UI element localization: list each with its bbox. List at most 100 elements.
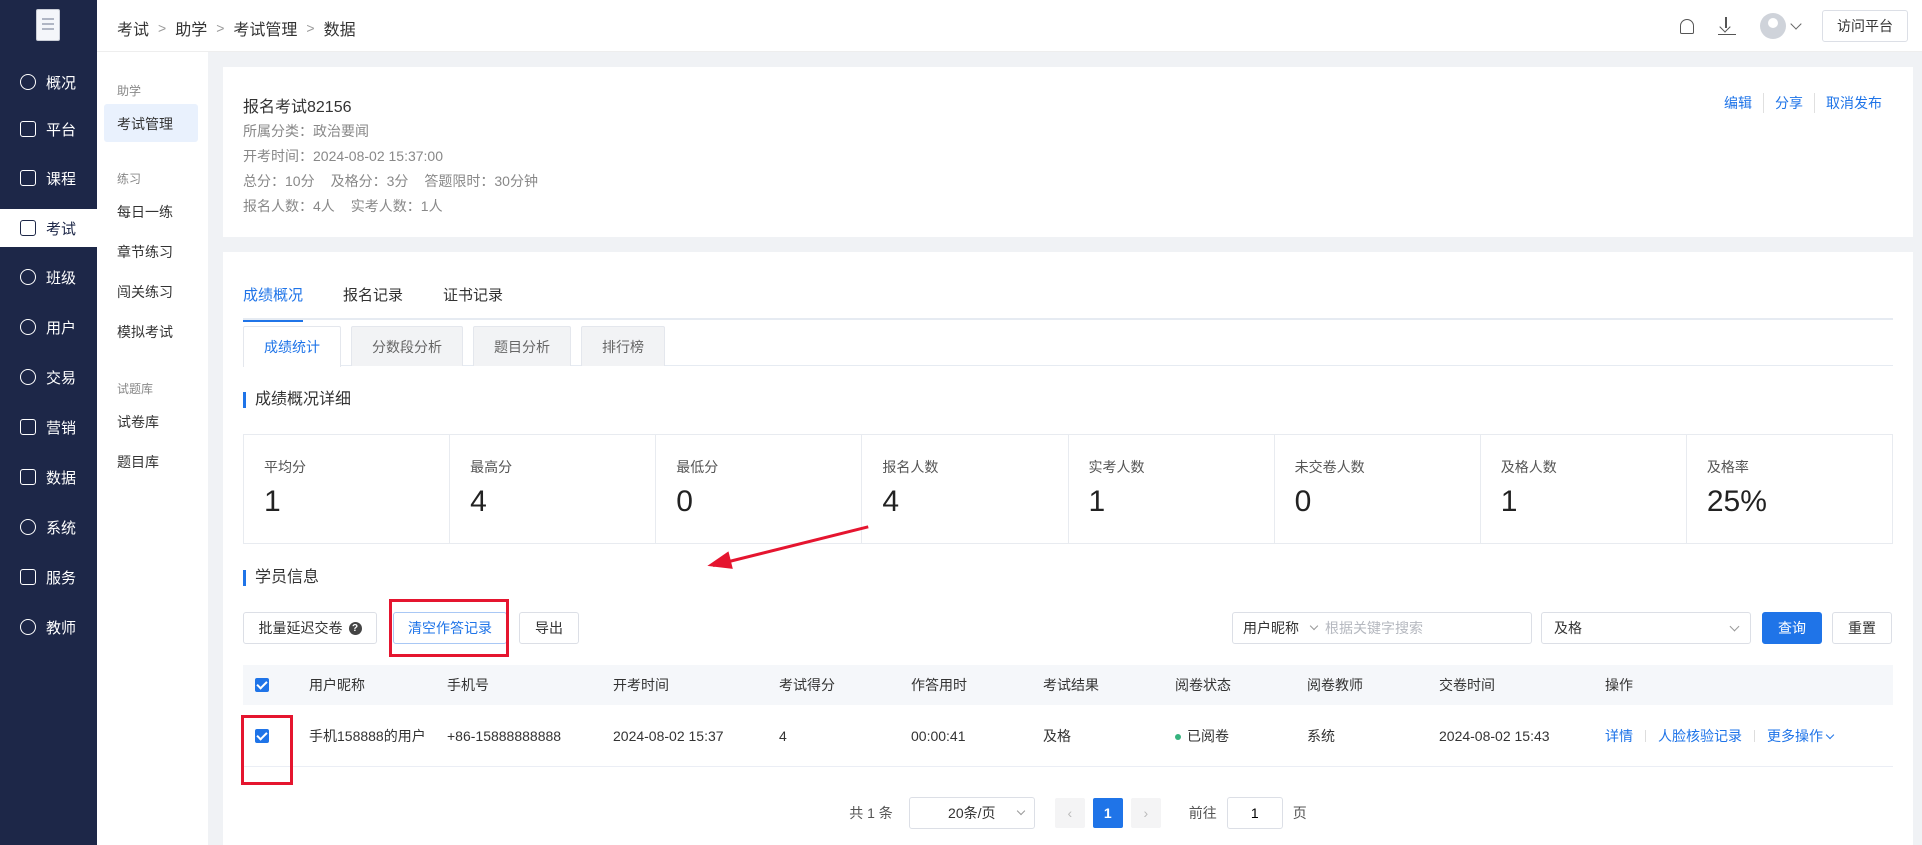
cell-score: 4 — [779, 727, 787, 744]
stat-passed: 及格人数 1 — [1481, 435, 1687, 543]
nav-item-label: 班级 — [46, 269, 77, 287]
breadcrumb-item[interactable]: 助学 — [175, 16, 207, 40]
exam-icon — [20, 220, 36, 236]
submenu-item-daily[interactable]: 每日一练 — [117, 202, 173, 222]
nav-item-teacher[interactable]: 教师 — [0, 608, 97, 646]
submenu-item-question-library[interactable]: 题目库 — [117, 452, 159, 472]
highlight-box-checkbox — [241, 715, 293, 785]
visit-platform-button[interactable]: 访问平台 — [1822, 10, 1908, 42]
status-dot-icon — [1175, 733, 1181, 740]
bell-icon[interactable] — [1680, 18, 1694, 34]
tab-certificate-records[interactable]: 证书记录 — [443, 282, 503, 320]
search-field-value: 用户昵称 — [1243, 620, 1299, 636]
tab-score-overview[interactable]: 成绩概况 — [243, 282, 304, 322]
chevron-down-icon[interactable] — [1790, 18, 1802, 30]
nav-item-label: 课程 — [46, 170, 77, 188]
nav-item-platform[interactable]: 平台 — [0, 110, 97, 148]
nav-item-service[interactable]: 服务 — [0, 558, 97, 596]
avatar[interactable] — [1760, 13, 1786, 39]
nav-item-exam[interactable]: 考试 — [0, 209, 97, 247]
header-cell: 考试得分 — [779, 677, 835, 693]
tab-score-stats[interactable]: 成绩统计 — [243, 326, 341, 367]
page-size-select[interactable]: 20条/页 — [908, 797, 1035, 829]
nav-item-overview[interactable]: 概况 — [0, 63, 97, 101]
exam-info-card: 报名考试82156 所属分类：政治要闻 开考时间：2024-08-02 15:3… — [223, 67, 1913, 237]
stat-value: 0 — [676, 485, 693, 518]
nav-item-trade[interactable]: 交易 — [0, 358, 97, 396]
table-row: 手机158888的用户 +86-15888888888 2024-08-02 1… — [243, 705, 1893, 767]
more-actions-label: 更多操作 — [1767, 727, 1823, 744]
header-cell: 阅卷教师 — [1307, 677, 1363, 693]
breadcrumb-item[interactable]: 考试管理 — [233, 16, 297, 40]
submenu-item-paper-library[interactable]: 试卷库 — [117, 412, 159, 432]
nav-item-class[interactable]: 班级 — [0, 258, 97, 296]
header-cell: 交卷时间 — [1439, 677, 1495, 693]
edit-link[interactable]: 编辑 — [1713, 93, 1763, 113]
stat-value: 1 — [264, 485, 281, 518]
nav-item-system[interactable]: 系统 — [0, 508, 97, 546]
bar-chart-icon — [20, 469, 36, 485]
more-actions-link[interactable]: 更多操作 — [1767, 726, 1835, 746]
page-button-current[interactable]: 1 — [1092, 798, 1123, 828]
stat-pass-rate: 及格率 25% — [1687, 435, 1892, 543]
stats-grid: 平均分 1 最高分 4 最低分 0 报名人数 4 实考人数 1 未交卷人数 0 及格人数 1 … — [243, 434, 1893, 544]
search-group: 用户昵称 — [1232, 612, 1532, 644]
nav-item-user[interactable]: 用户 — [0, 308, 97, 346]
submenu-item-chapter[interactable]: 章节练习 — [117, 242, 173, 262]
search-input[interactable] — [1325, 620, 1515, 636]
tab-question-analysis[interactable]: 题目分析 — [473, 326, 571, 366]
goto-page-input[interactable] — [1226, 797, 1283, 829]
logo-icon[interactable] — [36, 9, 60, 41]
query-button[interactable]: 查询 — [1762, 612, 1822, 644]
share-link[interactable]: 分享 — [1763, 93, 1814, 113]
result-filter-select[interactable]: 及格 — [1541, 612, 1751, 644]
exam-total: 总分：10分 — [243, 173, 315, 189]
batch-delay-label: 批量延迟交卷 — [258, 620, 343, 636]
batch-delay-button[interactable]: 批量延迟交卷? — [243, 612, 377, 644]
megaphone-icon — [20, 419, 36, 435]
nav-item-course[interactable]: 课程 — [0, 159, 97, 197]
unpublish-link[interactable]: 取消发布 — [1814, 93, 1893, 113]
breadcrumb-item[interactable]: 考试 — [117, 16, 149, 40]
search-field-select[interactable]: 用户昵称 — [1233, 618, 1325, 638]
hand-service-icon — [20, 569, 36, 585]
submenu-item-mock[interactable]: 模拟考试 — [117, 322, 173, 342]
stat-lowest: 最低分 0 — [656, 435, 863, 543]
export-button[interactable]: 导出 — [519, 612, 579, 644]
tab-score-range[interactable]: 分数段分析 — [351, 326, 463, 366]
nav-item-marketing[interactable]: 营销 — [0, 408, 97, 446]
stat-label: 平均分 — [264, 459, 306, 475]
prev-page-button[interactable]: ‹ — [1054, 798, 1085, 828]
exam-title: 报名考试82156 — [243, 99, 352, 116]
details-link[interactable]: 详情 — [1605, 726, 1633, 746]
table-header: 用户昵称 手机号 开考时间 考试得分 作答用时 考试结果 阅卷状态 阅卷教师 交… — [243, 665, 1893, 705]
submenu-item-exam-management[interactable]: 考试管理 — [117, 114, 173, 134]
nav-item-label: 教师 — [46, 619, 77, 637]
annotation-arrowhead — [705, 551, 733, 575]
reset-button[interactable]: 重置 — [1832, 612, 1892, 644]
exam-limit: 答题限时：30分钟 — [424, 173, 538, 189]
cell-phone: +86-15888888888 — [447, 727, 562, 744]
chevron-right-icon: > — [306, 20, 315, 36]
stat-label: 及格人数 — [1500, 459, 1557, 475]
tab-ranking[interactable]: 排行榜 — [581, 326, 665, 366]
exam-start-time: 开考时间：2024-08-02 15:37:00 — [243, 148, 443, 164]
breadcrumb: 考试 > 助学 > 考试管理 > 数据 — [117, 16, 356, 40]
submenu-item-level[interactable]: 闯关练习 — [117, 282, 173, 302]
exam-count-info: 报名人数：4人 实考人数：1人 — [243, 196, 459, 216]
stat-value: 1 — [1088, 485, 1106, 518]
user-icon — [20, 319, 36, 335]
face-verify-link[interactable]: 人脸核验记录 — [1658, 726, 1742, 746]
nav-item-data[interactable]: 数据 — [0, 458, 97, 496]
next-page-button[interactable]: › — [1130, 798, 1161, 828]
exam-category: 所属分类：政治要闻 — [243, 123, 369, 139]
chevron-down-icon — [1309, 621, 1319, 631]
tab-enroll-records[interactable]: 报名记录 — [343, 282, 403, 320]
select-all-checkbox[interactable] — [255, 678, 269, 692]
header-cell: 开考时间 — [613, 677, 669, 693]
cell-start-time: 2024-08-02 15:37 — [613, 727, 724, 744]
download-icon[interactable] — [1718, 17, 1736, 35]
help-icon[interactable]: ? — [348, 621, 362, 635]
main-nav: 概况 平台 课程 考试 班级 用户 交易 营销 数据 系统 服务 教师 — [0, 0, 97, 845]
teacher-icon — [20, 619, 36, 635]
